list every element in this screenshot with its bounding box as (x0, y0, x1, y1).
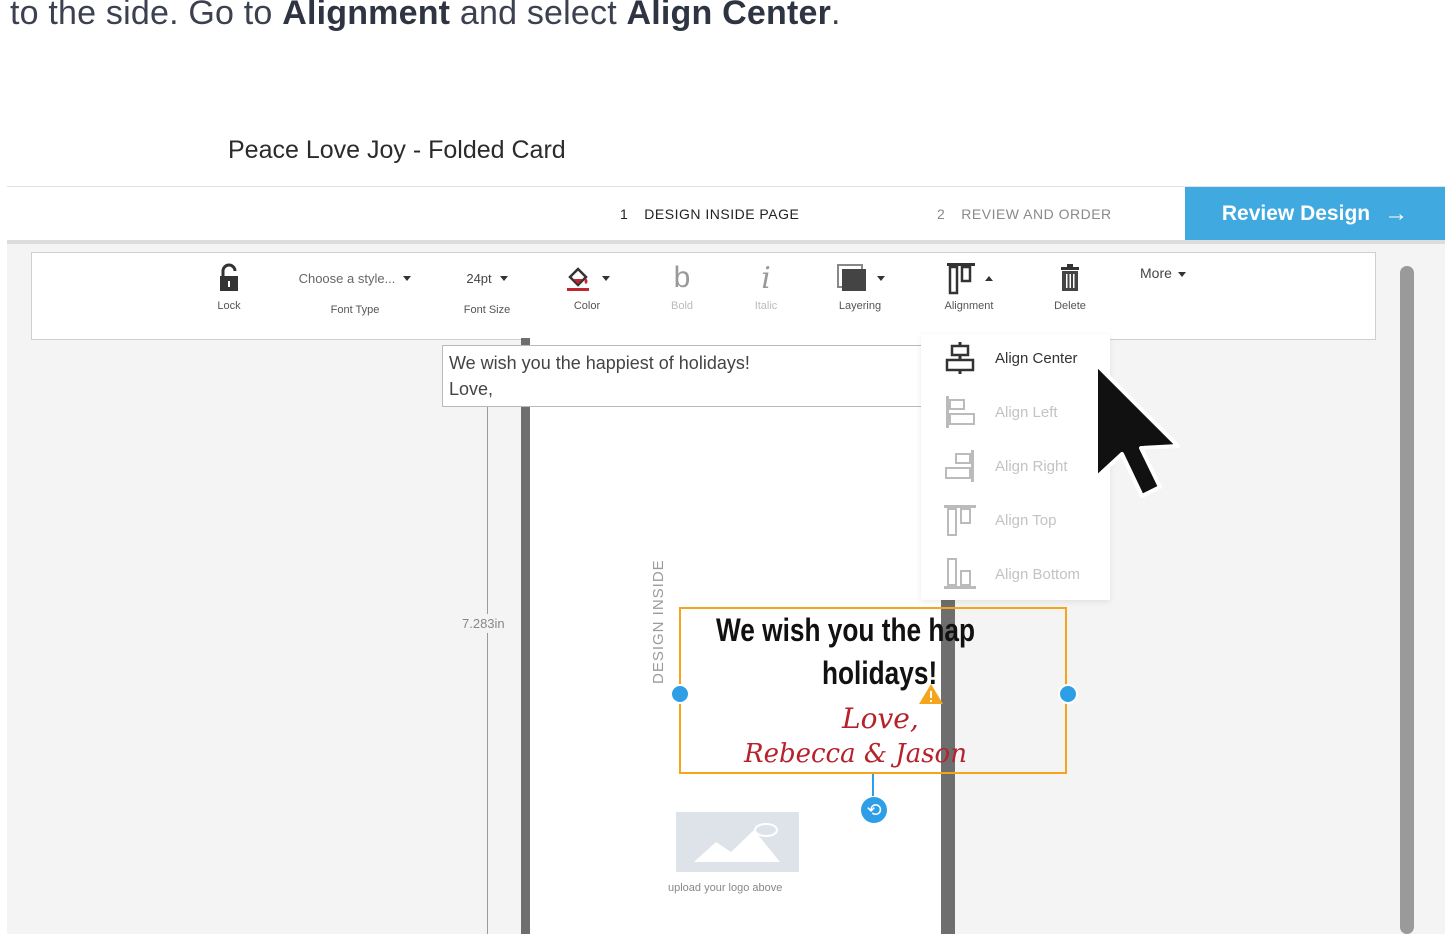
card-greeting-line1: We wish you the hap (716, 612, 976, 648)
scrollbar[interactable] (1400, 266, 1414, 934)
card-signoff: Love, (842, 702, 919, 735)
chevron-down-icon (403, 275, 412, 281)
menu-item-label: Align Top (995, 511, 1057, 529)
bold-icon: b (673, 261, 691, 294)
mouse-cursor-icon (1092, 360, 1184, 505)
instruction-bold-align-center: Align Center (626, 0, 832, 32)
lock-tool[interactable]: Lock (208, 258, 250, 312)
instruction-part: . (831, 0, 841, 32)
page-title: Peace Love Joy - Folded Card (228, 136, 566, 164)
menu-item-align-top[interactable]: Align Top (943, 500, 1056, 540)
text-editor-line: Love, (449, 379, 494, 399)
trash-icon (1061, 264, 1079, 291)
step-label: DESIGN INSIDE PAGE (644, 206, 800, 222)
delete-tool[interactable]: Delete (1046, 258, 1094, 312)
more-menu-button[interactable]: More (1140, 265, 1186, 281)
more-label: More (1140, 265, 1172, 281)
italic-label: Italic (754, 300, 778, 312)
ruler-line (487, 400, 488, 934)
card-signature: Rebecca & Jason (744, 739, 967, 769)
instruction-bold-alignment: Alignment (282, 0, 451, 32)
instruction-part: and select (450, 0, 627, 32)
design-inside-vertical-label: DESIGN INSIDE (650, 559, 667, 684)
font-size-label: Font Size (463, 304, 511, 316)
align-bottom-icon (944, 558, 976, 589)
lock-label: Lock (217, 300, 241, 312)
step-label: REVIEW AND ORDER (961, 206, 1112, 222)
warning-icon[interactable] (918, 682, 944, 711)
align-top-icon (947, 263, 975, 295)
menu-item-align-right[interactable]: Align Right (943, 446, 1068, 486)
menu-item-align-bottom[interactable]: Align Bottom (943, 554, 1080, 594)
color-label: Color (573, 300, 601, 312)
menu-item-label: Align Right (995, 457, 1068, 475)
bold-tool[interactable]: b Bold (662, 258, 702, 312)
lock-icon (208, 258, 250, 298)
step-review-and-order[interactable]: 2 REVIEW AND ORDER (937, 206, 1112, 222)
italic-tool[interactable]: i Italic (746, 258, 786, 313)
menu-item-label: Align Center (995, 349, 1078, 367)
italic-icon: i (761, 260, 771, 296)
alignment-tool[interactable]: Alignment (936, 258, 1002, 312)
menu-item-align-center[interactable]: Align Center (943, 338, 1078, 378)
logo-caption: upload your logo above (668, 882, 783, 894)
rotate-icon[interactable]: ⟲ (861, 797, 887, 823)
chevron-up-icon (985, 275, 993, 281)
chevron-down-icon (1177, 271, 1186, 277)
align-right-icon (945, 450, 974, 482)
font-type-label: Font Type (330, 304, 380, 316)
color-tool[interactable]: Color (556, 258, 618, 312)
resize-handle-left[interactable] (670, 684, 690, 704)
layering-label: Layering (838, 300, 882, 312)
menu-item-label: Align Left (995, 403, 1058, 421)
step-design-inside-page[interactable]: 1 DESIGN INSIDE PAGE (620, 206, 799, 222)
layering-icon (837, 264, 866, 291)
chevron-down-icon (602, 275, 610, 281)
font-size-select[interactable]: 24pt Font Size (452, 258, 522, 317)
arrow-right-icon: → (1384, 199, 1409, 227)
delete-label: Delete (1054, 300, 1086, 312)
chevron-down-icon (499, 275, 508, 281)
review-design-label: Review Design (1221, 201, 1371, 225)
bold-label: Bold (670, 300, 694, 312)
menu-item-align-left[interactable]: Align Left (943, 392, 1058, 432)
instruction-part: to the side. Go to (10, 0, 283, 32)
ruler-height-label: 7.283in (462, 614, 505, 633)
text-editor-line: We wish you the happiest of holidays! (449, 353, 750, 373)
align-center-icon (945, 342, 975, 374)
step-number: 1 (620, 206, 629, 222)
step-number: 2 (937, 206, 946, 222)
rotate-handle-stem (872, 774, 874, 796)
align-top-icon (944, 505, 976, 536)
instruction-text: to the side. Go to Alignment and select … (10, 0, 841, 33)
font-type-select[interactable]: Choose a style... Font Type (285, 258, 425, 316)
menu-item-label: Align Bottom (995, 565, 1081, 583)
paint-bucket-icon (567, 267, 589, 291)
font-type-value: Choose a style... (298, 270, 396, 286)
font-size-value: 24pt (466, 270, 492, 286)
resize-handle-right[interactable] (1058, 684, 1078, 704)
logo-placeholder[interactable] (676, 812, 799, 872)
text-editor-input[interactable]: We wish you the happiest of holidays! Lov… (442, 345, 922, 407)
chevron-down-icon (877, 275, 885, 281)
align-left-icon (946, 396, 975, 428)
layering-tool[interactable]: Layering (828, 258, 892, 312)
review-design-button[interactable]: Review Design → (1185, 187, 1445, 240)
image-placeholder-icon (694, 823, 780, 862)
alignment-label: Alignment (944, 300, 994, 312)
